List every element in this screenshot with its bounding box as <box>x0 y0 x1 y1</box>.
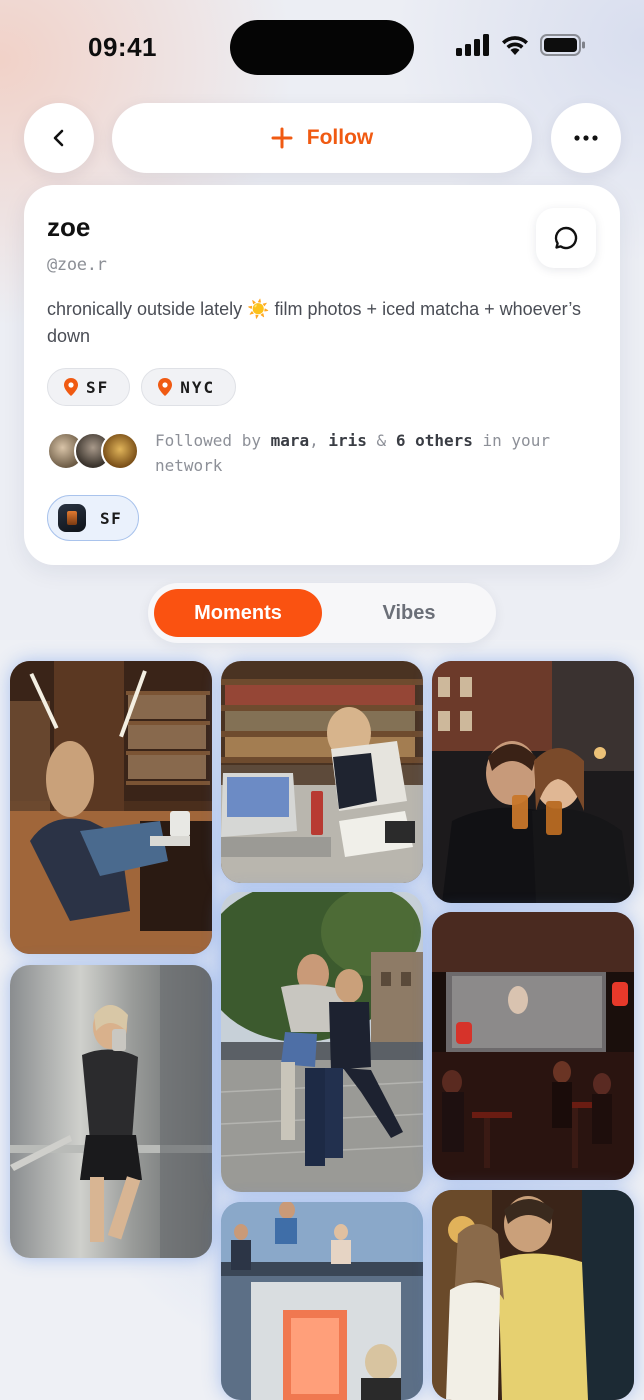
photo-piggyback-street[interactable] <box>221 892 423 1192</box>
current-location-pill[interactable]: SF <box>47 495 140 541</box>
content-tabs: Moments Vibes <box>148 583 496 643</box>
profile-bio: chronically outside lately ☀️ film photo… <box>47 299 582 346</box>
photo-image <box>221 661 423 883</box>
status-bar: 09:41 <box>0 0 644 96</box>
location-pin-icon <box>158 378 173 396</box>
profile-handle: @zoe.r <box>47 255 107 275</box>
signal-icon <box>456 34 489 56</box>
photo-couple-kiss[interactable] <box>432 1190 634 1400</box>
battery-icon <box>540 34 585 56</box>
follow-label: Follow <box>306 126 374 149</box>
message-button[interactable] <box>536 208 596 268</box>
photo-image <box>221 892 423 1192</box>
avatar <box>101 432 139 470</box>
clock: 09:41 <box>88 32 157 62</box>
follow-button[interactable]: Follow <box>112 103 532 173</box>
photo-studying-books[interactable] <box>221 661 423 883</box>
photo-image <box>221 1202 423 1400</box>
photo-image <box>432 1190 634 1400</box>
more-options-button[interactable] <box>551 103 621 173</box>
followed-by-text: Followed by mara, iris & 6 others in you… <box>155 431 550 475</box>
location-thumbnail <box>58 504 86 532</box>
photo-image <box>10 661 212 954</box>
wifi-icon <box>502 36 528 55</box>
more-dots-icon <box>574 135 598 141</box>
photo-image <box>432 912 634 1180</box>
photo-rooftop-friends[interactable] <box>221 1202 423 1400</box>
photo-image <box>10 965 212 1258</box>
profile-name: zoe <box>47 212 91 242</box>
tab-moments[interactable]: Moments <box>154 589 322 637</box>
location-chip-label: NYC <box>180 377 216 397</box>
photo-outdoor-cinema[interactable] <box>432 912 634 1180</box>
chat-bubble-icon <box>554 226 578 250</box>
tab-vibes[interactable]: Vibes <box>328 589 490 637</box>
dynamic-island <box>230 20 414 75</box>
current-location-label: SF <box>100 508 123 528</box>
profile-card: zoe @zoe.r chronically outside lately ☀️… <box>24 185 620 565</box>
location-chips: SF NYC <box>47 368 237 406</box>
photo-image <box>432 661 634 903</box>
status-icons <box>456 34 586 56</box>
mutual-others: 6 others <box>395 431 473 450</box>
mutual-avatars <box>47 432 139 472</box>
location-pin-icon <box>64 378 78 396</box>
photo-library-girl[interactable] <box>10 661 212 954</box>
back-chevron-icon <box>53 129 64 147</box>
mutual-user-mara: mara <box>270 431 310 450</box>
photo-pub-drinks[interactable] <box>432 661 634 903</box>
mutual-user-iris: iris <box>328 431 367 450</box>
plus-icon <box>271 127 293 149</box>
mutual-followers[interactable]: Followed by mara, iris & 6 others in you… <box>47 428 575 478</box>
photo-elevator-selfie[interactable] <box>10 965 212 1258</box>
back-button[interactable] <box>24 103 94 173</box>
location-chip-sf[interactable]: SF <box>47 368 131 406</box>
location-chip-nyc[interactable]: NYC <box>141 368 237 406</box>
location-chip-label: SF <box>86 377 110 397</box>
